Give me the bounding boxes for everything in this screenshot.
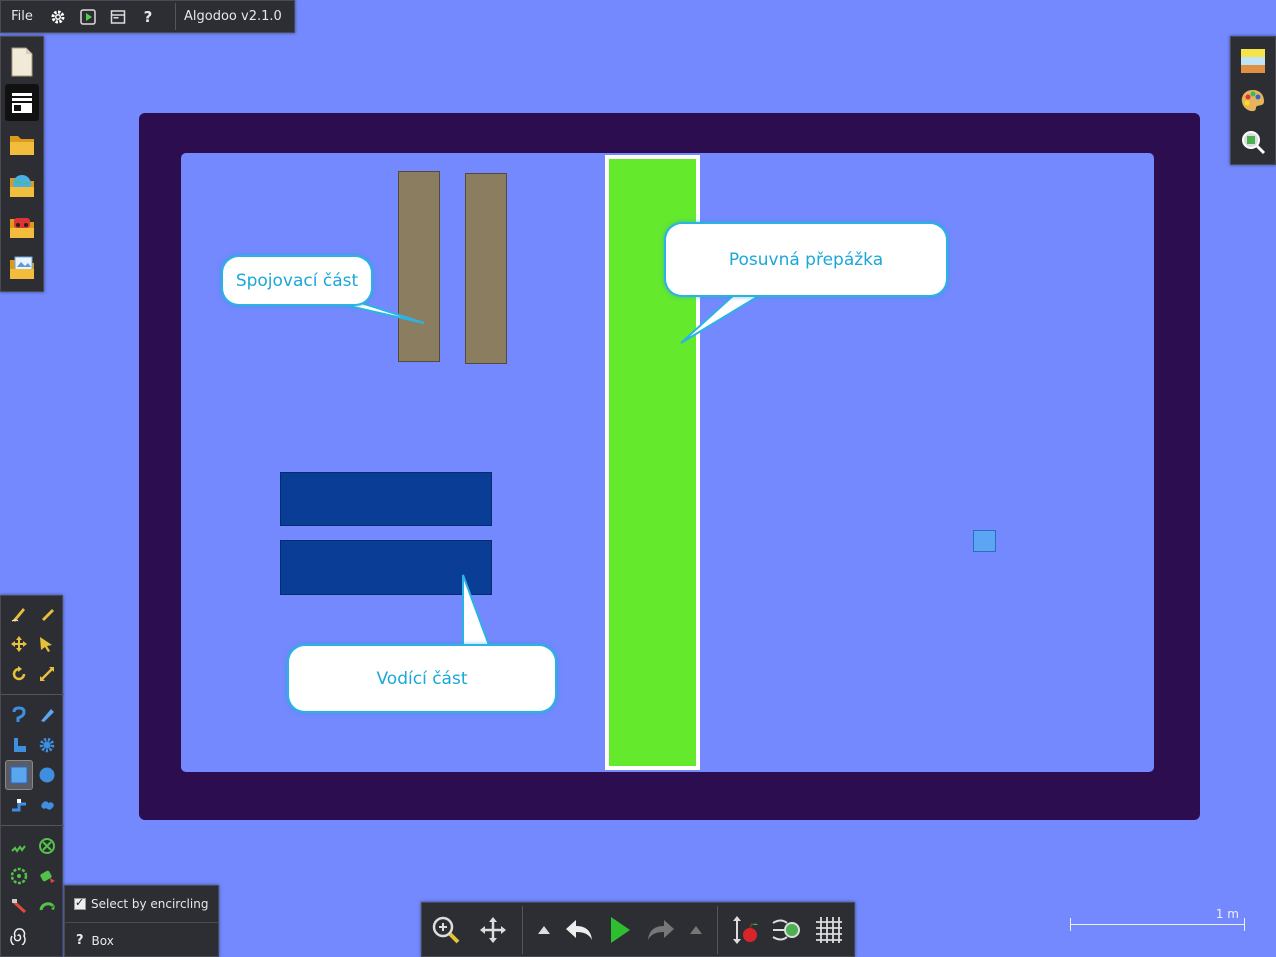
toolbox-divider-2: [1, 825, 64, 826]
scale-icon[interactable]: [33, 659, 61, 689]
app-version: Algodoo v2.1.0: [184, 9, 282, 24]
background-icon[interactable]: [1236, 43, 1270, 79]
scale-label: 1 m: [1215, 907, 1239, 921]
brush-icon[interactable]: [33, 599, 61, 629]
select-by-encircling-checkbox[interactable]: [74, 896, 86, 910]
zoom-icon[interactable]: [422, 910, 470, 950]
drag-icon[interactable]: [33, 629, 61, 659]
guide-bar-top[interactable]: [280, 472, 492, 526]
plane-icon[interactable]: [5, 730, 33, 760]
box-label: Box: [91, 933, 114, 948]
spiral-icon[interactable]: [5, 921, 33, 951]
bottom-toolbar: [421, 902, 855, 957]
connector-bar-right[interactable]: [465, 173, 507, 364]
callout-spojovaci-text: Spojovací část: [235, 270, 359, 291]
circle-tool-icon[interactable]: [33, 760, 61, 790]
palette-icon[interactable]: [1236, 83, 1270, 119]
top-separator: [175, 3, 176, 30]
chain-icon[interactable]: [33, 790, 61, 820]
zoom-fit-icon[interactable]: [1236, 124, 1270, 160]
bottom-separator-1: [522, 905, 523, 954]
new-scene-icon[interactable]: [5, 43, 39, 80]
file-toolbar: [0, 36, 44, 292]
air-friction-icon[interactable]: [766, 910, 808, 950]
axle-icon[interactable]: [5, 861, 33, 891]
select-by-encircling-label: Select by encircling: [91, 897, 209, 911]
callout-vodici[interactable]: Vodící část: [289, 646, 555, 711]
knife-icon[interactable]: [33, 700, 61, 730]
callout-posuvna[interactable]: Posuvná přepážka: [666, 224, 946, 295]
scale-indicator: 1 m: [1070, 907, 1245, 933]
help-icon[interactable]: ?: [133, 0, 163, 33]
fixate-icon[interactable]: [33, 831, 61, 861]
callout-vodici-text: Vodící část: [376, 668, 468, 689]
top-menu-bar: File ? Algodoo v2.1.0: [0, 0, 295, 33]
spring-icon[interactable]: [5, 831, 33, 861]
sketch-icon[interactable]: [5, 599, 33, 629]
box-tool-icon[interactable]: [5, 760, 33, 790]
tool-options-panel: Select by encircling ? Box: [64, 885, 219, 957]
gear-tool-icon[interactable]: [33, 730, 61, 760]
open-folder-icon[interactable]: [5, 125, 39, 162]
right-toolbar: [1230, 36, 1276, 165]
play-icon[interactable]: [599, 910, 641, 950]
play-scene-icon[interactable]: [73, 0, 103, 33]
grid-icon[interactable]: [808, 910, 850, 950]
small-box[interactable]: [973, 530, 996, 552]
gear-icon[interactable]: [43, 0, 73, 33]
gravity-icon[interactable]: [724, 910, 766, 950]
algobox-folder-icon[interactable]: [5, 166, 39, 203]
box-option[interactable]: ? Box: [65, 922, 218, 957]
connector-bar-left[interactable]: [398, 171, 440, 362]
rotate-icon[interactable]: [5, 659, 33, 689]
guide-bar-bottom[interactable]: [280, 540, 492, 595]
move-tool-icon[interactable]: [5, 629, 33, 659]
polygon-tool-icon[interactable]: [5, 790, 33, 820]
select-by-encircling-option[interactable]: Select by encircling: [65, 886, 218, 922]
car-folder-icon[interactable]: [5, 207, 39, 244]
callout-posuvna-text: Posuvná přepážka: [728, 249, 884, 270]
tracer-icon[interactable]: [33, 891, 61, 921]
picture-folder-icon[interactable]: [5, 248, 39, 285]
thruster-icon[interactable]: [33, 861, 61, 891]
scale-line: [1070, 924, 1245, 925]
rope-icon[interactable]: [5, 700, 33, 730]
redo-icon[interactable]: [641, 910, 681, 950]
callout-spojovaci[interactable]: Spojovací část: [223, 257, 371, 304]
undo-history-icon[interactable]: [529, 910, 559, 950]
toolbox-divider: [1, 694, 64, 695]
move-icon[interactable]: [470, 910, 516, 950]
box-help-icon[interactable]: ?: [76, 933, 84, 948]
scale-tick-left: [1070, 918, 1071, 931]
redo-history-icon[interactable]: [681, 910, 711, 950]
scene-panel-icon[interactable]: [5, 84, 39, 121]
scale-tick-right: [1244, 918, 1245, 931]
file-menu[interactable]: File: [1, 0, 43, 33]
laser-icon[interactable]: [5, 891, 33, 921]
window-icon[interactable]: [103, 0, 133, 33]
tool-palette: [0, 595, 64, 957]
bottom-separator-2: [717, 905, 718, 954]
undo-icon[interactable]: [559, 910, 599, 950]
